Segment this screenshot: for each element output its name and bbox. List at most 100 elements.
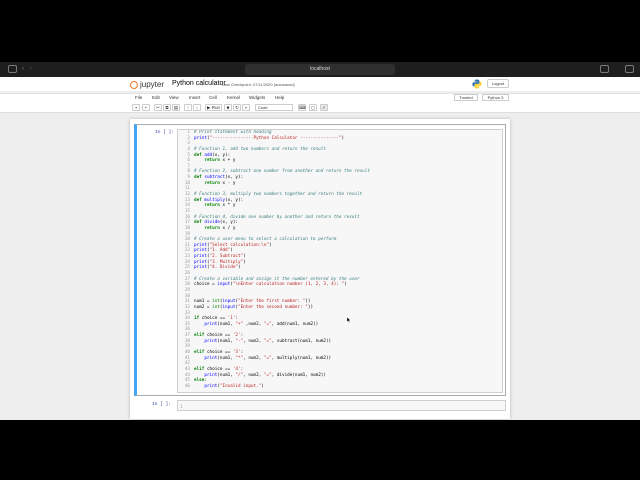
code-token: "1. Add": [209, 248, 231, 254]
code-token: (x, y):: [212, 152, 231, 158]
code-token: choice ==: [199, 316, 228, 322]
code-token: )): [305, 299, 311, 305]
sidebar-icon[interactable]: [8, 65, 17, 73]
code-token: def: [194, 197, 205, 203]
code-token: "--------------- Python Calculator -----…: [209, 135, 342, 141]
share-icon[interactable]: [600, 65, 609, 73]
menu-cell[interactable]: Cell: [209, 95, 217, 100]
code-token: :: [204, 378, 207, 384]
code-token: # Function 1, add two numbers and return…: [194, 146, 326, 152]
stop-icon[interactable]: ■: [224, 104, 232, 111]
code-token: "-": [235, 338, 244, 344]
code-token: , multiply(num1, num2)): [271, 355, 332, 361]
code-editor[interactable]: 1 # Print statement with heading 2 print("-…: [177, 129, 503, 393]
checkpoint-status: Last Checkpoint: 07/11/2020 (autosaved): [222, 82, 295, 87]
logout-button[interactable]: Logout: [487, 79, 509, 88]
code-token: multiply: [204, 197, 226, 203]
code-token: "Enter the second number: ": [238, 304, 308, 310]
jupyter-logo[interactable]: jupyter: [130, 80, 164, 89]
toggle-icon[interactable]: ✓: [320, 104, 328, 111]
palette-icon[interactable]: ◻: [309, 104, 317, 111]
code-token: , subtract(num1, num2)): [271, 338, 332, 344]
url-bar[interactable]: localhost: [245, 64, 395, 75]
code-token: print: [194, 259, 207, 265]
menu-help[interactable]: Help: [275, 95, 284, 100]
code-token: :: [240, 366, 244, 372]
notebook-name[interactable]: Python calculator: [172, 80, 226, 87]
restart-icon[interactable]: ↻: [233, 104, 241, 111]
paste-icon[interactable]: ▤: [172, 104, 180, 111]
input-prompt: In [ ]:: [152, 402, 171, 407]
forward-icon[interactable]: ›: [30, 65, 39, 73]
code-token: return: [204, 203, 220, 209]
menu-kernel[interactable]: Kernel: [227, 95, 240, 100]
copy-icon[interactable]: ⧉: [163, 104, 171, 111]
fast-forward-icon[interactable]: »: [242, 104, 250, 111]
code-token: :: [235, 316, 239, 322]
cell-type-select[interactable]: Code: [255, 104, 293, 111]
menu-file[interactable]: File: [135, 95, 142, 100]
code-editor[interactable]: 1: [177, 400, 506, 411]
code-token: , num2,: [243, 338, 264, 344]
code-cell[interactable]: In [ ]: 1 # Print statement with heading 2…: [134, 124, 506, 396]
code-token: x / y: [219, 225, 236, 231]
code-token: print: [194, 254, 207, 260]
code-token: # Function 4, divide one number by anoth…: [194, 214, 360, 220]
move-down-icon[interactable]: ↓: [193, 104, 201, 111]
code-token: choice =: [194, 282, 218, 288]
mouse-cursor-icon: [347, 317, 351, 323]
code-token: num2 =: [194, 304, 213, 310]
code-token: print: [204, 338, 218, 344]
empty-code-cell[interactable]: In [ ]: 1: [134, 400, 506, 412]
code-token: (x, y):: [225, 175, 244, 181]
run-button[interactable]: ▶ Run: [205, 104, 222, 111]
notebook-container: In [ ]: 1 # Print statement with heading 2…: [130, 119, 510, 419]
code-token: "=": [263, 355, 272, 361]
code-token: ): [341, 135, 345, 141]
code-token: print: [194, 135, 207, 141]
cut-icon[interactable]: ✂: [154, 104, 162, 111]
trusted-indicator[interactable]: Trusted: [454, 94, 478, 101]
code-token: "=": [263, 321, 272, 327]
code-token: int: [212, 299, 220, 305]
code-token: ,num2,: [243, 321, 264, 327]
code-token: ): [344, 282, 347, 288]
menu-widgets[interactable]: Widgets: [249, 95, 265, 100]
screen: ‹ › localhost jupyter Python calculator …: [0, 0, 640, 480]
code-token: , num2,: [243, 372, 264, 378]
kernel-indicator[interactable]: Python 3: [482, 94, 509, 101]
move-up-icon[interactable]: ↑: [184, 104, 192, 111]
code-line[interactable]: 46 print("Invalid input."): [178, 384, 502, 390]
save-icon[interactable]: ▪: [132, 104, 140, 111]
code-token: , num2,: [243, 355, 264, 361]
code-token: "3. Multiply": [209, 259, 244, 265]
code-token: (num1,: [217, 338, 236, 344]
code-token: :: [240, 349, 244, 355]
code-token: # Create a variable and assign it the nu…: [194, 276, 360, 282]
code-token: def: [194, 152, 205, 158]
tabs-icon[interactable]: [625, 65, 634, 73]
code-token: "=": [263, 372, 272, 378]
keyboard-icon[interactable]: ⌨: [298, 104, 306, 111]
menu-edit[interactable]: Edit: [152, 95, 160, 100]
code-token: input: [217, 282, 231, 288]
code-token: # Create a user menu to select a calcula…: [194, 237, 337, 243]
code-token: '2': [232, 333, 241, 339]
code-token: print: [194, 248, 207, 254]
code-token: print: [204, 321, 218, 327]
code-token: input: [222, 299, 236, 305]
code-token: # Function 2, subtract one number from a…: [194, 169, 370, 175]
code-token: (num1,: [217, 321, 236, 327]
insert-cell-icon[interactable]: +: [142, 104, 150, 111]
menu-view[interactable]: View: [169, 95, 179, 100]
code-token: elif: [194, 349, 205, 355]
code-token: def: [194, 220, 205, 226]
menu-insert[interactable]: Insert: [189, 95, 200, 100]
code-token: # Function 3, multiply two numbers toget…: [194, 192, 363, 198]
code-token: choice ==: [204, 349, 233, 355]
